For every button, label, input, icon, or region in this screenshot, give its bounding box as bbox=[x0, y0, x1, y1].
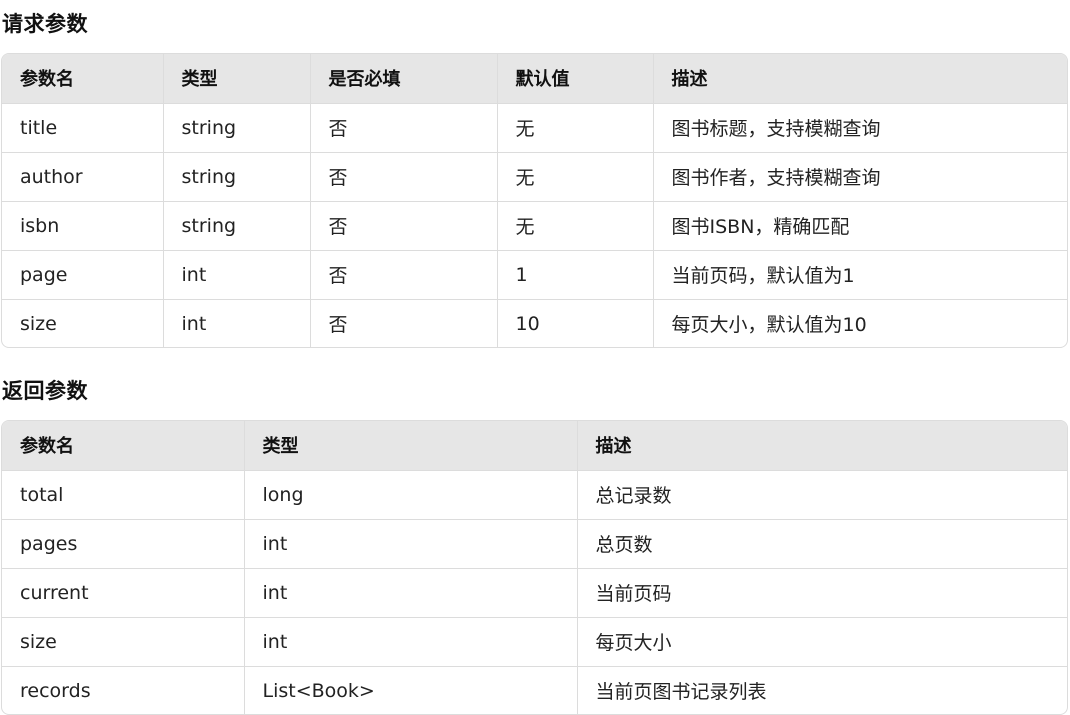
table-cell: 否 bbox=[310, 152, 498, 202]
table-row: current int 当前页码 bbox=[2, 568, 1067, 618]
table-cell: 图书标题，支持模糊查询 bbox=[653, 103, 1067, 153]
table-cell: string bbox=[163, 201, 311, 251]
table-row: pages int 总页数 bbox=[2, 519, 1067, 569]
request-params-title: 请求参数 bbox=[2, 12, 88, 36]
column-header: 描述 bbox=[653, 54, 1067, 104]
table-cell: 无 bbox=[497, 103, 654, 153]
table-row: author string 否 无 图书作者，支持模糊查询 bbox=[2, 152, 1067, 202]
table-row: total long 总记录数 bbox=[2, 470, 1067, 520]
table-cell: author bbox=[2, 152, 164, 202]
table-header-row: 参数名 类型 描述 bbox=[2, 421, 1067, 471]
table-cell: total bbox=[2, 470, 245, 520]
table-cell: 否 bbox=[310, 250, 498, 300]
table-cell: 否 bbox=[310, 201, 498, 251]
table-cell: 当前页码 bbox=[577, 568, 1067, 618]
response-params-title: 返回参数 bbox=[2, 379, 88, 403]
table-cell: 无 bbox=[497, 152, 654, 202]
table-row: page int 否 1 当前页码，默认值为1 bbox=[2, 250, 1067, 300]
request-params-table: 参数名 类型 是否必填 默认值 描述 title string 否 无 图书标题… bbox=[1, 53, 1068, 348]
table-cell: 每页大小，默认值为10 bbox=[671, 314, 867, 337]
column-header: 默认值 bbox=[497, 54, 654, 104]
table-cell: 否 bbox=[310, 299, 498, 347]
table-cell: 10 bbox=[497, 299, 654, 347]
table-cell: 每页大小 bbox=[577, 617, 1067, 667]
table-cell: string bbox=[163, 103, 311, 153]
table-cell: 图书ISBN，精确匹配 bbox=[653, 201, 1067, 251]
table-cell: isbn bbox=[2, 201, 164, 251]
table-row: title string 否 无 图书标题，支持模糊查询 bbox=[2, 103, 1067, 153]
table-row: size int 每页大小 bbox=[2, 617, 1067, 667]
table-row: isbn string 否 无 图书ISBN，精确匹配 bbox=[2, 201, 1067, 251]
table-row: records List<Book> 当前页图书记录列表 bbox=[2, 666, 1067, 714]
column-header: 类型 bbox=[163, 54, 311, 104]
table-cell: int bbox=[244, 568, 578, 618]
table-cell: int bbox=[163, 250, 311, 300]
table-cell: 否 bbox=[310, 103, 498, 153]
column-header: 是否必填 bbox=[310, 54, 498, 104]
table-cell: int bbox=[163, 299, 311, 347]
column-header: 参数名 bbox=[2, 54, 164, 104]
table-cell: page bbox=[2, 250, 164, 300]
table-cell: size bbox=[2, 617, 245, 667]
table-cell: current bbox=[2, 568, 245, 618]
column-header: 参数名 bbox=[2, 421, 245, 471]
table-cell: 当前页码，默认值为1 bbox=[653, 250, 1067, 300]
table-cell: string bbox=[163, 152, 311, 202]
table-cell: size bbox=[2, 299, 164, 347]
table-cell: 当前页图书记录列表 bbox=[595, 681, 767, 704]
table-cell: 无 bbox=[497, 201, 654, 251]
table-cell: int bbox=[244, 617, 578, 667]
table-cell: 总页数 bbox=[577, 519, 1067, 569]
table-cell: int bbox=[244, 519, 578, 569]
table-cell: long bbox=[244, 470, 578, 520]
response-params-table: 参数名 类型 描述 total long 总记录数 pages int 总页数 … bbox=[1, 420, 1068, 715]
column-header: 类型 bbox=[244, 421, 578, 471]
table-cell: 总记录数 bbox=[577, 470, 1067, 520]
table-row: size int 否 10 每页大小，默认值为10 bbox=[2, 299, 1067, 347]
table-cell: records bbox=[2, 666, 245, 714]
column-header: 描述 bbox=[577, 421, 1067, 471]
table-header-row: 参数名 类型 是否必填 默认值 描述 bbox=[2, 54, 1067, 104]
table-cell: List<Book> bbox=[244, 666, 578, 714]
table-cell: title bbox=[2, 103, 164, 153]
table-cell: 图书作者，支持模糊查询 bbox=[653, 152, 1067, 202]
table-cell: pages bbox=[2, 519, 245, 569]
table-cell: 1 bbox=[497, 250, 654, 300]
